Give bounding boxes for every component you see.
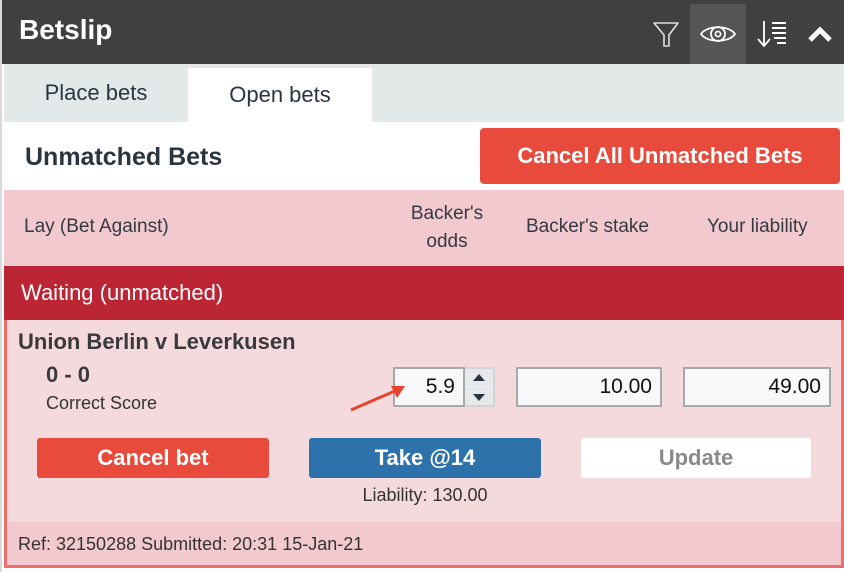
tab-place-bets[interactable]: Place bets (4, 64, 188, 122)
odds-decrement-button[interactable] (465, 388, 493, 406)
take-liability-note: Liability: 130.00 (362, 485, 488, 505)
take-price-button[interactable]: Take @14 (309, 438, 541, 478)
cancel-all-unmatched-button[interactable]: Cancel All Unmatched Bets (480, 128, 840, 184)
event-name: Union Berlin v Leverkusen (18, 329, 296, 354)
update-button[interactable]: Update (581, 438, 811, 478)
sort-descending-icon (757, 21, 786, 48)
liability-input[interactable] (683, 367, 831, 407)
column-odds-line1: Backer's (410, 203, 484, 224)
filter-button[interactable] (638, 4, 694, 64)
tab-open-bets[interactable]: Open bets (188, 68, 372, 122)
filter-icon (653, 22, 679, 47)
selection-name: 0 - 0 (46, 362, 91, 387)
header-title: Betslip (19, 14, 113, 45)
column-your-liability: Your liability (707, 216, 808, 237)
column-backers-odds: Backer's odds (402, 200, 492, 256)
betslip-panel: Betslip Place bets Open bets Unmatched B… (0, 0, 844, 572)
chevron-up-icon (808, 26, 832, 42)
market-name: Correct Score (46, 393, 158, 413)
annotation-arrow-icon (350, 386, 405, 412)
column-header-row: Lay (Bet Against) Backer's odds Backer's… (4, 190, 844, 266)
unmatched-title: Unmatched Bets (25, 143, 223, 171)
unmatched-section-header: Unmatched Bets Cancel All Unmatched Bets (4, 122, 844, 190)
status-label: Waiting (unmatched) (21, 280, 224, 305)
status-bar: Waiting (unmatched) (4, 266, 844, 320)
unmatched-bet-card: Union Berlin v Leverkusen 0 - 0 Correct … (4, 320, 844, 568)
triangle-up-icon (473, 374, 485, 381)
collapse-button[interactable] (792, 4, 844, 64)
cancel-bet-button[interactable]: Cancel bet (37, 438, 269, 478)
visibility-button[interactable] (690, 4, 746, 64)
eye-icon (699, 26, 737, 42)
triangle-down-icon (473, 393, 485, 401)
odds-stepper (465, 367, 495, 407)
bet-reference: Ref: 32150288 Submitted: 20:31 15-Jan-21 (18, 534, 364, 554)
column-odds-line2: odds (426, 231, 468, 252)
stake-input[interactable] (516, 367, 662, 407)
betslip-header: Betslip (2, 0, 844, 64)
column-lay: Lay (Bet Against) (24, 216, 169, 237)
betslip-tabs: Place bets Open bets (4, 64, 844, 122)
odds-increment-button[interactable] (465, 369, 493, 387)
bet-reference-bar: Ref: 32150288 Submitted: 20:31 15-Jan-21 (7, 522, 841, 565)
column-backers-stake: Backer's stake (526, 216, 649, 237)
